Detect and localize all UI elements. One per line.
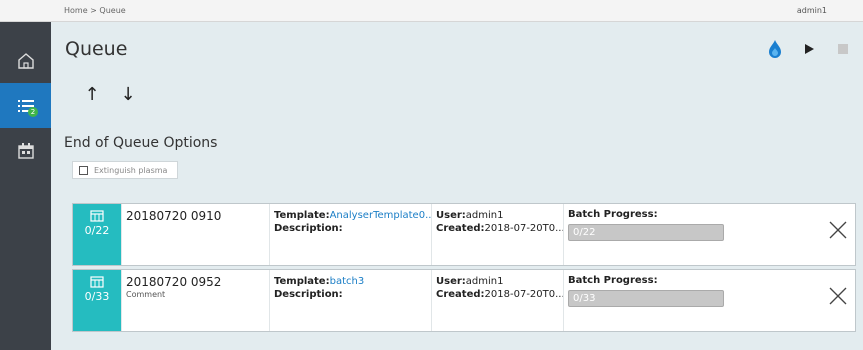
plasma-button[interactable] <box>763 39 787 59</box>
extinguish-plasma-label: Extinguish plasma <box>94 165 168 175</box>
move-down-button[interactable]: ↓ <box>118 84 138 105</box>
template-label: Template: <box>274 210 330 221</box>
play-icon <box>805 44 814 54</box>
batch-count-panel: 0/33 <box>73 270 121 331</box>
batch-count-panel: 0/22 <box>73 204 121 265</box>
stop-queue-button[interactable] <box>831 39 855 59</box>
user-name[interactable]: admin1 <box>797 6 827 15</box>
reorder-controls: ↑ ↓ <box>82 84 138 105</box>
created-label: Created: <box>436 289 485 300</box>
template-label: Template: <box>274 276 330 287</box>
breadcrumb[interactable]: Home > Queue <box>64 6 126 15</box>
batch-row[interactable]: 0/33 20180720 0952 Comment Template:batc… <box>72 269 856 332</box>
top-actions <box>763 39 855 59</box>
batch-progress-label: Batch Progress: <box>568 209 658 220</box>
batch-progress-bar: 0/22 <box>568 224 724 241</box>
batch-row[interactable]: 0/22 20180720 0910 Template:AnalyserTemp… <box>72 203 856 266</box>
close-icon[interactable] <box>827 219 849 241</box>
user-label: User: <box>436 276 466 287</box>
batch-user-cell: User:admin1 Created:2018-07-20T0... <box>431 270 563 331</box>
sidebar: 2 <box>0 22 51 350</box>
description-label: Description: <box>274 223 343 234</box>
batch-name-cell: 20180720 0952 Comment <box>121 270 269 331</box>
description-label: Description: <box>274 289 343 300</box>
batch-user-cell: User:admin1 Created:2018-07-20T0... <box>431 204 563 265</box>
main-content: Queue ↑ ↓ End of Queue Options Extinguis… <box>51 22 863 350</box>
batch-user: admin1 <box>465 276 504 287</box>
batch-name-cell: 20180720 0910 <box>121 204 269 265</box>
batch-template-cell: Template:AnalyserTemplate0... Descriptio… <box>269 204 431 265</box>
batch-template-cell: Template:batch3 Description: <box>269 270 431 331</box>
batch-comment: Comment <box>126 290 166 299</box>
batch-icon <box>90 210 104 222</box>
template-link[interactable]: AnalyserTemplate0... <box>330 210 431 221</box>
created-label: Created: <box>436 223 485 234</box>
extinguish-plasma-checkbox[interactable] <box>79 165 88 175</box>
batch-icon <box>90 276 104 288</box>
stop-icon <box>838 44 848 54</box>
end-of-queue-title: End of Queue Options <box>64 135 218 151</box>
sidebar-item-queue[interactable]: 2 <box>0 83 51 128</box>
flame-icon <box>769 40 781 58</box>
sidebar-item-home[interactable] <box>0 38 51 83</box>
home-icon <box>17 52 34 69</box>
queue-count-badge: 2 <box>28 107 38 117</box>
batch-created: 2018-07-20T0... <box>484 223 563 234</box>
batch-name: 20180720 0910 <box>126 209 222 223</box>
batch-user: admin1 <box>465 210 504 221</box>
batch-progress-bar: 0/33 <box>568 290 724 307</box>
batch-progress-label: Batch Progress: <box>568 275 658 286</box>
page-title: Queue <box>65 38 128 60</box>
sidebar-item-calendar[interactable] <box>0 128 51 173</box>
batch-progress-text: 0/22 <box>573 227 596 238</box>
extinguish-plasma-option[interactable]: Extinguish plasma <box>72 161 178 179</box>
move-up-button[interactable]: ↑ <box>82 84 102 105</box>
calendar-icon <box>17 142 34 159</box>
top-bar: Home > Queue admin1 <box>0 0 863 22</box>
start-queue-button[interactable] <box>797 39 821 59</box>
batch-count: 0/33 <box>84 290 110 303</box>
batch-progress-text: 0/33 <box>573 293 596 304</box>
close-icon[interactable] <box>827 285 849 307</box>
batch-created: 2018-07-20T0... <box>484 289 563 300</box>
batch-count: 0/22 <box>84 224 110 237</box>
user-label: User: <box>436 210 466 221</box>
batch-progress-cell: Batch Progress: 0/22 <box>563 204 857 265</box>
template-link[interactable]: batch3 <box>330 276 365 287</box>
batch-name: 20180720 0952 <box>126 275 222 289</box>
batch-progress-cell: Batch Progress: 0/33 <box>563 270 857 331</box>
